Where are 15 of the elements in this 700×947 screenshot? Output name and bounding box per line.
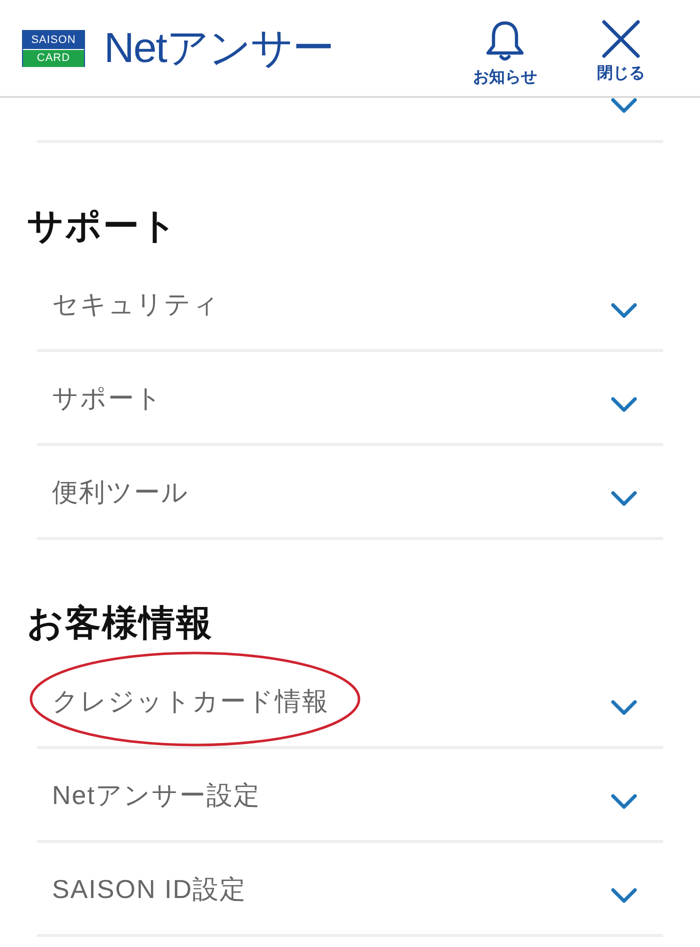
notifications-button[interactable]: お知らせ (466, 20, 544, 88)
app-title: Netアンサー (104, 24, 334, 72)
accordion-row[interactable]: セキュリティ (37, 258, 663, 352)
section-heading: サポート (26, 205, 179, 247)
accordion-row[interactable]: クレジットカード情報 (37, 655, 663, 749)
close-button[interactable]: 閉じる (582, 20, 660, 84)
close-icon (602, 20, 640, 58)
logo-text: SAISON (23, 30, 84, 48)
section-heading: お客様情報 (26, 602, 214, 644)
accordion-row[interactable]: サポート (37, 352, 663, 446)
logo-text: CARD (23, 48, 84, 66)
accordion-row[interactable]: SAISON ID設定 (37, 843, 663, 937)
bell-icon (485, 20, 525, 62)
accordion-row[interactable]: 便利ツール (37, 446, 663, 540)
accordion-row[interactable]: Netアンサー設定 (37, 749, 663, 843)
